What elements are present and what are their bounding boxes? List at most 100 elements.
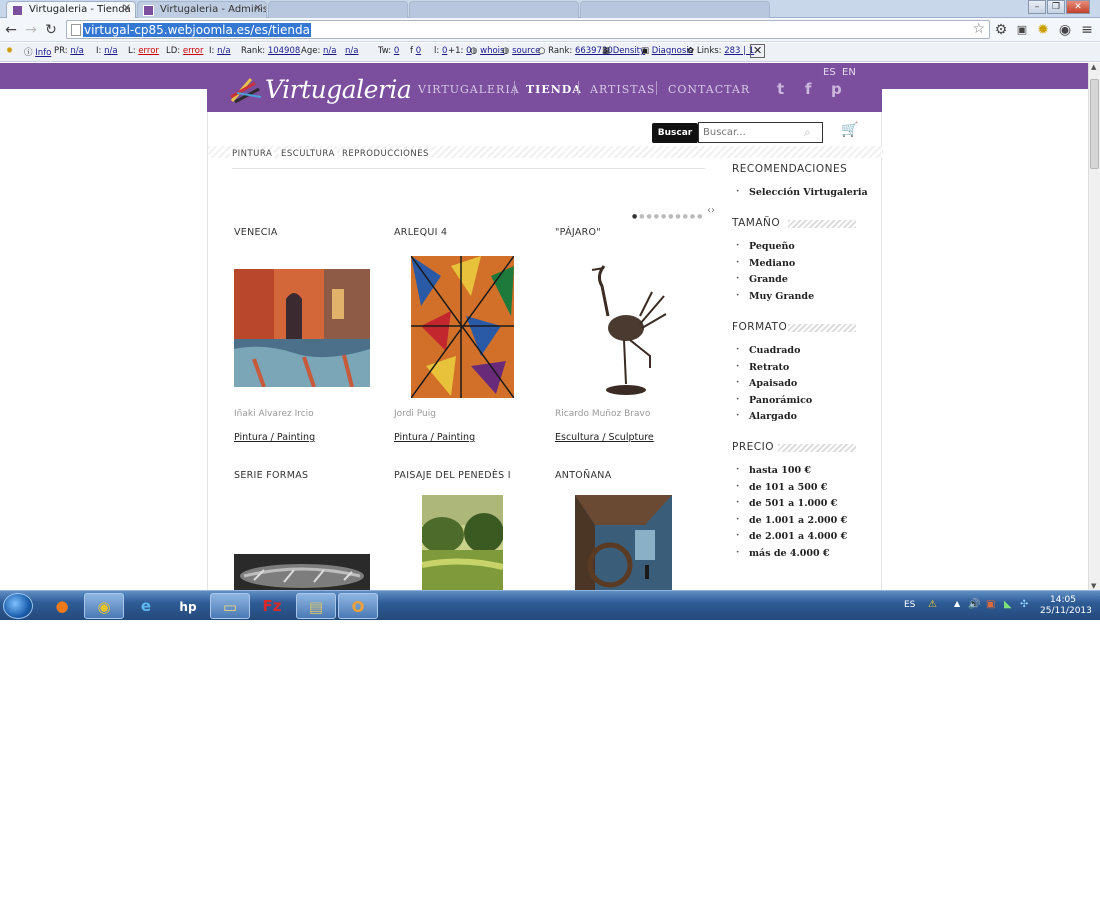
- lang-en[interactable]: EN: [842, 67, 856, 78]
- pinterest-icon[interactable]: p: [831, 80, 842, 98]
- sidebar-link[interactable]: Panorámico: [736, 394, 812, 406]
- seo-value[interactable]: n/a: [345, 46, 358, 56]
- product-title[interactable]: PAISAJE DEL PENEDÈS I: [394, 470, 511, 481]
- seo-whois-link[interactable]: whois: [480, 46, 504, 56]
- extension-icon[interactable]: ◉: [1056, 21, 1074, 39]
- sidebar-link[interactable]: Apaisado: [736, 377, 797, 389]
- artwork-arlequi-image[interactable]: [411, 256, 514, 398]
- scrollbar-thumb[interactable]: [1090, 79, 1099, 169]
- show-hidden-icons-icon[interactable]: ▲: [954, 599, 960, 608]
- magnifier-icon[interactable]: ⌕: [804, 125, 811, 140]
- bookmark-star-icon[interactable]: ☆: [972, 21, 985, 37]
- volume-icon[interactable]: 🔊: [968, 599, 980, 610]
- artwork-pajaro-image[interactable]: [574, 256, 669, 402]
- sidebar-link[interactable]: Selección Virtugaleria: [736, 186, 868, 198]
- network-icon[interactable]: ◣: [1004, 599, 1012, 610]
- page-scrollbar[interactable]: ▲ ▼: [1088, 63, 1100, 590]
- minimize-button[interactable]: –: [1028, 0, 1046, 14]
- explorer-folder-icon[interactable]: ▭: [210, 593, 250, 619]
- tab-blurred[interactable]: [409, 1, 579, 18]
- address-bar[interactable]: virtugal-cp85.webjoomla.es/es/tienda ☆: [66, 20, 990, 39]
- seo-info-link[interactable]: Info: [35, 48, 51, 58]
- internet-explorer-icon[interactable]: e: [126, 593, 166, 619]
- product-title[interactable]: SERIE FORMAS: [234, 470, 308, 481]
- seo-value[interactable]: 104908: [268, 46, 300, 56]
- filezilla-icon[interactable]: Fz: [252, 593, 292, 619]
- language-indicator[interactable]: ES: [904, 600, 915, 610]
- firefox-icon[interactable]: ●: [42, 593, 82, 619]
- facebook-icon[interactable]: f: [805, 80, 812, 98]
- nav-virtugaleria[interactable]: VIRTUGALERIA: [418, 83, 520, 96]
- product-category-link[interactable]: Pintura / Painting: [394, 432, 475, 443]
- sidebar-link[interactable]: Grande: [736, 273, 788, 285]
- back-arrow-icon[interactable]: ←: [2, 21, 20, 39]
- product-title[interactable]: "PÁJARO": [555, 227, 601, 238]
- product-title[interactable]: ARLEQUI 4: [394, 227, 447, 238]
- seo-value[interactable]: 0: [416, 46, 421, 56]
- seo-close-icon[interactable]: ✕: [750, 44, 766, 58]
- lang-es[interactable]: ES: [823, 67, 836, 78]
- shopping-cart-icon[interactable]: 🛒: [841, 122, 858, 138]
- tab-blurred[interactable]: [268, 1, 408, 18]
- seo-value[interactable]: 0: [442, 46, 447, 56]
- twitter-icon[interactable]: t: [777, 80, 784, 98]
- sidebar-link[interactable]: Muy Grande: [736, 290, 814, 302]
- window-close-button[interactable]: ✕: [1066, 0, 1090, 14]
- gear-extension-icon[interactable]: ⚙: [992, 21, 1010, 39]
- tray-sync-icon[interactable]: ✣: [1020, 599, 1028, 610]
- tab-virtugaleria-admin[interactable]: Virtugaleria - Administrac ✕: [137, 1, 267, 18]
- sidebar-link[interactable]: hasta 100 €: [736, 464, 811, 476]
- scroll-up-arrow-icon[interactable]: ▲: [1091, 63, 1096, 71]
- nav-artistas[interactable]: ARTISTAS: [590, 83, 655, 96]
- artwork-serie-formas-image[interactable]: [234, 554, 370, 590]
- sidebar-link[interactable]: más de 4.000 €: [736, 547, 829, 559]
- sidebar-link[interactable]: de 2.001 a 4.000 €: [736, 530, 847, 542]
- search-button[interactable]: Buscar: [652, 123, 698, 143]
- tab-virtugaleria-tienda[interactable]: Virtugaleria - Tienda ✕: [6, 1, 136, 18]
- sidebar-link[interactable]: Alargado: [736, 410, 797, 422]
- hp-icon[interactable]: hp: [168, 593, 208, 619]
- artwork-paisaje-penedes-image[interactable]: [422, 495, 503, 590]
- start-button[interactable]: [3, 593, 33, 619]
- seo-logo-icon[interactable]: ✹: [6, 46, 13, 56]
- slider-arrows[interactable]: ‹›: [707, 205, 715, 216]
- category-pintura[interactable]: PINTURA: [230, 149, 275, 159]
- maximize-button[interactable]: ❐: [1047, 0, 1065, 14]
- sidebar-link[interactable]: Mediano: [736, 257, 795, 269]
- product-category-link[interactable]: Escultura / Sculpture: [555, 432, 654, 443]
- menu-icon[interactable]: ≡: [1078, 21, 1096, 39]
- seo-value[interactable]: n/a: [104, 46, 117, 56]
- tab-close-icon[interactable]: ✕: [123, 3, 131, 14]
- nav-tienda[interactable]: TIENDA: [526, 83, 582, 96]
- tab-close-icon[interactable]: ✕: [254, 3, 262, 14]
- seo-extension-icon[interactable]: ✹: [1034, 21, 1052, 39]
- sidebar-link[interactable]: de 101 a 500 €: [736, 481, 827, 493]
- sidebar-link[interactable]: Retrato: [736, 361, 789, 373]
- artwork-venecia-image[interactable]: [234, 269, 370, 387]
- taskbar-clock[interactable]: 14:05 25/11/2013: [1040, 595, 1092, 617]
- scroll-down-arrow-icon[interactable]: ▼: [1091, 582, 1096, 590]
- slider-dot-active[interactable]: ●: [632, 213, 639, 220]
- tab-blurred[interactable]: [580, 1, 770, 18]
- forward-arrow-icon[interactable]: →: [22, 21, 40, 39]
- outlook-icon[interactable]: O: [338, 593, 378, 619]
- seo-value[interactable]: 0: [394, 46, 399, 56]
- sidebar-link[interactable]: Pequeño: [736, 240, 795, 252]
- url-text[interactable]: virtugal-cp85.webjoomla.es/es/tienda: [83, 23, 311, 37]
- product-title[interactable]: VENECIA: [234, 227, 278, 238]
- nav-contactar[interactable]: CONTACTAR: [668, 83, 750, 96]
- product-category-link[interactable]: Pintura / Painting: [234, 432, 315, 443]
- seo-info[interactable]: ⓘ Info: [24, 46, 51, 58]
- warning-flag-icon[interactable]: ⚠: [928, 599, 937, 610]
- extension-icon[interactable]: ▣: [1013, 21, 1031, 39]
- reload-icon[interactable]: ↻: [42, 21, 60, 39]
- category-reproducciones[interactable]: REPRODUCCIONES: [340, 149, 431, 159]
- archive-icon[interactable]: ▤: [296, 593, 336, 619]
- seo-value[interactable]: n/a: [323, 46, 336, 56]
- category-escultura[interactable]: ESCULTURA: [279, 149, 337, 159]
- seo-value[interactable]: error: [138, 46, 159, 56]
- artwork-antonana-image[interactable]: [575, 495, 672, 590]
- chrome-icon[interactable]: ◉: [84, 593, 124, 619]
- seo-source-link[interactable]: source: [512, 46, 540, 56]
- sidebar-link[interactable]: de 501 a 1.000 €: [736, 497, 837, 509]
